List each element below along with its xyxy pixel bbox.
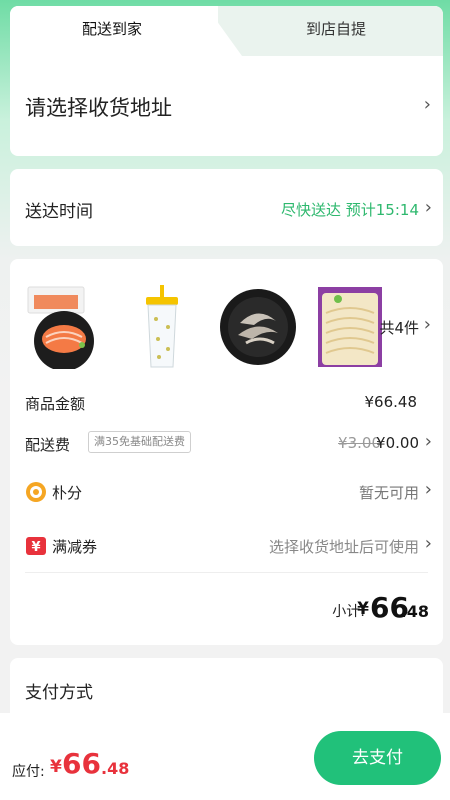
noodles-pack-icon[interactable]: [310, 283, 390, 369]
coupon-label: 满减券: [52, 538, 98, 556]
chevron-right-icon[interactable]: ›: [425, 197, 432, 218]
tab-pickup-label[interactable]: 到店自提: [306, 6, 366, 52]
subtotal-currency: ¥: [357, 599, 369, 619]
delivery-time-card[interactable]: 送达时间 尽快送达 预计15:14 ›: [10, 169, 443, 246]
goods-amount-value: ¥66.48: [364, 393, 418, 411]
delivery-time-label: 送达时间: [25, 202, 93, 222]
salmon-sashimi-icon[interactable]: [24, 283, 104, 369]
coupon-icon: ¥: [26, 537, 46, 555]
chevron-right-icon[interactable]: ›: [425, 431, 432, 452]
amount-due-label: 应付:: [12, 764, 45, 780]
shrimp-plate-icon[interactable]: [218, 283, 298, 369]
tab-delivery-label[interactable]: 配送到家: [82, 6, 142, 52]
delivery-fee-value[interactable]: ¥0.00: [376, 434, 419, 452]
free-delivery-badge: 满35免基础配送费: [88, 431, 191, 453]
delivery-time-value[interactable]: 尽快送达 预计15:14: [281, 199, 419, 220]
goods-count[interactable]: 共4件: [379, 317, 419, 338]
goods-card: 共4件 › 商品金额 ¥66.48 配送费 满35免基础配送费 ¥3.00 ¥0…: [10, 259, 443, 645]
coupon-value[interactable]: 选择收货地址后可使用: [269, 536, 419, 557]
chevron-right-icon[interactable]: ›: [425, 533, 432, 554]
divider: [25, 572, 428, 573]
amount-due-integer: 66: [62, 747, 101, 780]
subtotal-decimal: .48: [400, 602, 429, 621]
points-value[interactable]: 暂无可用: [359, 482, 419, 503]
chevron-right-icon[interactable]: ›: [424, 314, 431, 335]
points-icon: [26, 482, 46, 502]
chevron-right-icon[interactable]: ›: [424, 94, 431, 115]
svg-text:¥: ¥: [31, 540, 40, 555]
delivery-fee-original: ¥3.00: [338, 434, 381, 452]
address-card: 配送到家 到店自提 请选择收货地址 ›: [10, 6, 443, 156]
amount-due-decimal: .48: [101, 759, 130, 778]
payment-method-label: 支付方式: [25, 683, 93, 703]
checkout-bar: 应付: ¥ 66 .48 去支付: [0, 713, 450, 800]
delivery-fee-label: 配送费: [25, 436, 71, 454]
chevron-right-icon[interactable]: ›: [425, 479, 432, 500]
select-address-link[interactable]: 请选择收货地址: [25, 92, 172, 122]
amount-due-currency: ¥: [50, 757, 62, 777]
points-label: 朴分: [52, 484, 83, 502]
pay-button[interactable]: 去支付: [314, 731, 441, 785]
goods-amount-label: 商品金额: [25, 395, 86, 413]
drink-cup-icon[interactable]: [122, 283, 202, 369]
